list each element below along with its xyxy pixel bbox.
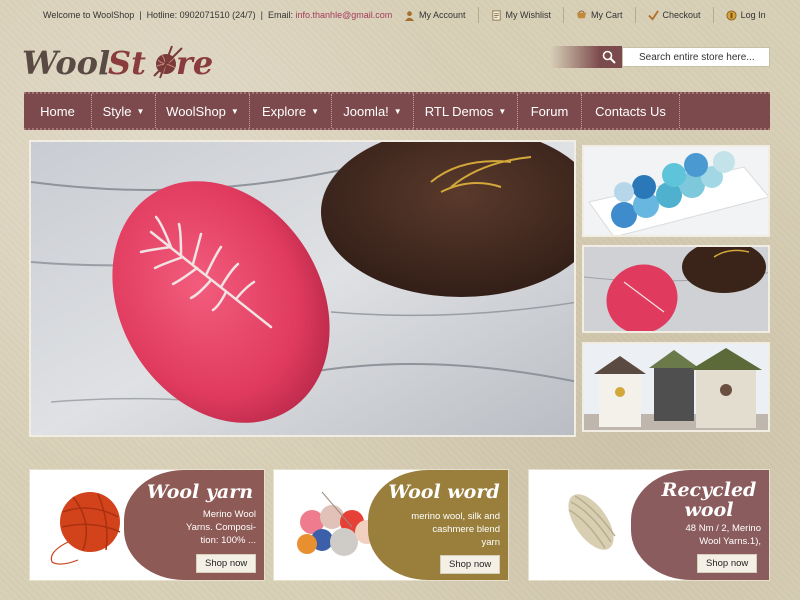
hero-slideshow[interactable] bbox=[29, 140, 576, 437]
promo-title: Wool word bbox=[388, 481, 500, 503]
svg-text:Wool: Wool bbox=[22, 44, 110, 82]
search-input[interactable] bbox=[622, 47, 770, 67]
twine-spool-image bbox=[568, 494, 616, 550]
account-links: My Account My Wishlist My Cart Checkout … bbox=[400, 7, 778, 23]
yarn-balls-image bbox=[297, 491, 379, 556]
email-link[interactable]: info.thanhle@gmail.com bbox=[296, 10, 393, 20]
top-bar: Welcome to WoolShop | Hotline: 0902071510 … bbox=[0, 0, 800, 30]
chevron-down-icon: ▼ bbox=[498, 106, 507, 116]
chevron-down-icon: ▼ bbox=[136, 106, 145, 116]
promo-description: merino wool, silk and cashmere blend yar… bbox=[411, 511, 500, 548]
woolstore-logo[interactable]: Wool St re bbox=[22, 38, 222, 88]
shop-now-button[interactable]: Shop now bbox=[440, 555, 501, 574]
contact-info: Welcome to WoolShop | Hotline: 0902071510 … bbox=[43, 10, 393, 20]
promo-description: 48 Nm / 2, Merino Wool Yarns.1), bbox=[685, 523, 762, 547]
yarn-ball-image bbox=[50, 492, 121, 565]
checkout-link[interactable]: Checkout bbox=[634, 7, 713, 23]
side-image-felt-balls[interactable] bbox=[582, 145, 770, 237]
promo-card-wool-word[interactable]: Wool word merino wool, silk and cashmere… bbox=[273, 469, 509, 581]
checkout-icon bbox=[647, 9, 659, 21]
promo-title: Wool yarn bbox=[146, 481, 254, 503]
svg-text:St: St bbox=[108, 44, 146, 82]
nav-forum[interactable]: Forum bbox=[518, 94, 582, 128]
promo-title: Recycled wool bbox=[661, 479, 757, 521]
shop-now-button[interactable]: Shop now bbox=[697, 554, 758, 573]
user-icon bbox=[404, 10, 415, 21]
login-icon bbox=[726, 9, 737, 21]
shop-now-button[interactable]: Shop now bbox=[196, 554, 257, 573]
nav-woolshop[interactable]: WoolShop ▼ bbox=[156, 94, 250, 128]
chevron-down-icon: ▼ bbox=[393, 106, 402, 116]
chevron-down-icon: ▼ bbox=[230, 106, 239, 116]
cart-icon bbox=[576, 9, 587, 18]
svg-text:re: re bbox=[176, 44, 213, 82]
email-label: Email: bbox=[268, 10, 294, 20]
chevron-down-icon: ▼ bbox=[311, 106, 319, 116]
side-image-felt-stones[interactable] bbox=[582, 245, 770, 333]
welcome-text: Welcome to WoolShop bbox=[43, 10, 135, 20]
nav-home[interactable]: Home bbox=[24, 94, 92, 128]
search-icon[interactable] bbox=[602, 50, 616, 64]
search-box bbox=[550, 46, 770, 68]
login-link[interactable]: Log In bbox=[712, 7, 778, 23]
nav-joomla[interactable]: Joomla! ▼ bbox=[332, 94, 414, 128]
nav-contacts-us[interactable]: Contacts Us bbox=[582, 94, 680, 128]
nav-style[interactable]: Style ▼ bbox=[92, 94, 156, 128]
my-wishlist-link[interactable]: My Wishlist bbox=[477, 7, 564, 23]
promo-card-wool-yarn[interactable]: Wool yarn Merino Wool Yarns. Composi- ti… bbox=[29, 469, 265, 581]
side-image-birdhouses[interactable] bbox=[582, 342, 770, 432]
my-cart-link[interactable]: My Cart bbox=[563, 7, 635, 23]
my-account-link[interactable]: My Account bbox=[400, 7, 478, 23]
wishlist-icon bbox=[491, 9, 501, 21]
promo-card-recycled-wool[interactable]: Recycled wool 48 Nm / 2, Merino Wool Yar… bbox=[528, 469, 770, 581]
nav-explore[interactable]: Explore ▼ bbox=[250, 94, 332, 128]
nav-rtl-demos[interactable]: RTL Demos ▼ bbox=[414, 94, 518, 128]
promo-description: Merino Wool Yarns. Composi- tion: 100% .… bbox=[185, 509, 256, 546]
hotline-text: Hotline: 0902071510 (24/7) bbox=[146, 10, 256, 20]
hero-image bbox=[31, 142, 574, 435]
main-nav: Home Style ▼ WoolShop ▼ Explore ▼ Joomla! ▼ … bbox=[24, 92, 770, 130]
